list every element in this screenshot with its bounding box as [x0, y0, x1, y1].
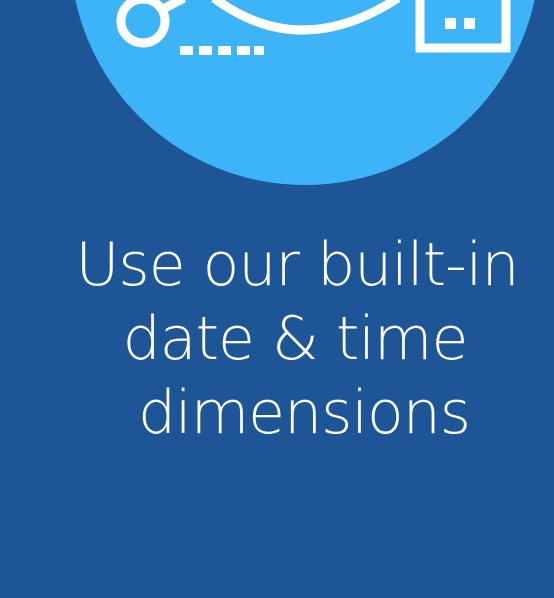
feature-caption: Use our built-in date & time dimensions: [0, 228, 554, 450]
illustration-graphic: [75, 0, 535, 185]
hero-illustration: [0, 0, 554, 200]
caption-line-2: date & time: [122, 304, 469, 374]
caption-line-1: Use our built-in: [75, 230, 520, 300]
caption-line-3: dimensions: [137, 378, 471, 448]
